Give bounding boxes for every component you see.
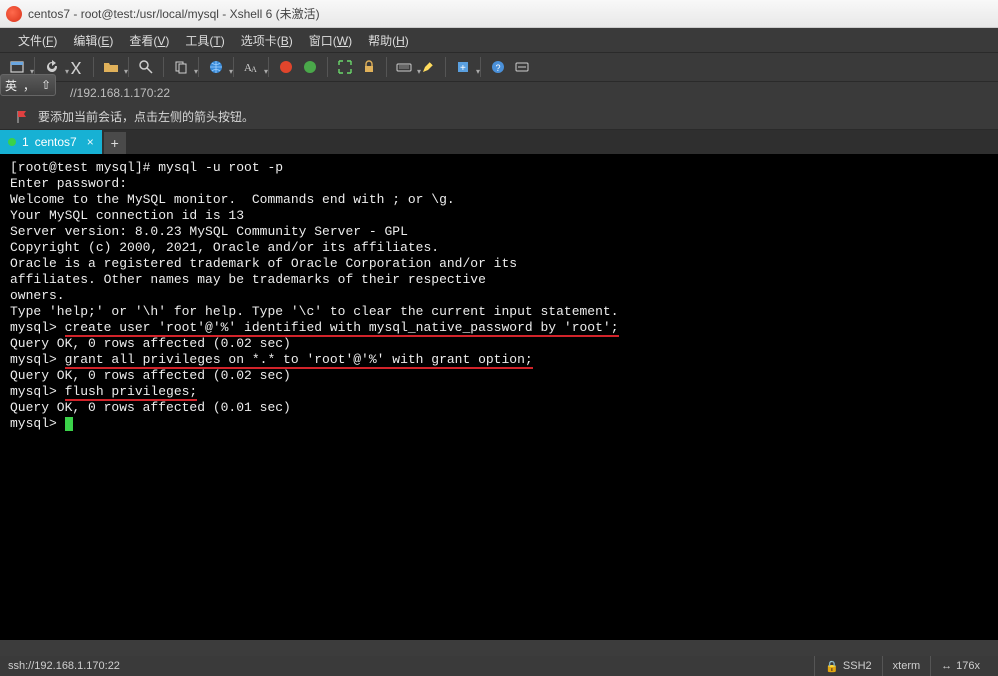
disconnect-button[interactable] <box>65 56 87 78</box>
menu-f[interactable]: 文件(F) <box>10 29 65 52</box>
terminal-line: Server version: 8.0.23 MySQL Community S… <box>10 224 990 240</box>
tab-close-icon[interactable]: × <box>87 135 94 149</box>
separator <box>268 57 269 77</box>
addon-button[interactable]: + <box>452 56 474 78</box>
xftp-icon[interactable] <box>299 56 321 78</box>
terminal-line: mysql> create user 'root'@'%' identified… <box>10 320 990 336</box>
menu-v[interactable]: 查看(V) <box>121 29 177 52</box>
status-size-label: 176x <box>956 660 980 672</box>
ime-dot: ， <box>23 77 35 94</box>
menu-e[interactable]: 编辑(E) <box>65 29 121 52</box>
status-dot-icon <box>8 138 16 146</box>
separator <box>480 57 481 77</box>
hint-text: 要添加当前会话，点击左侧的箭头按钮。 <box>38 108 254 125</box>
address-bar[interactable]: //192.168.1.170:22 <box>0 82 998 104</box>
tab-index: 1 <box>22 135 29 149</box>
lock-icon: 🔒 <box>825 660 839 673</box>
add-tab-button[interactable]: + <box>104 132 126 154</box>
ime-arrow: ⇧ <box>41 78 51 92</box>
app-icon <box>6 6 22 22</box>
terminal[interactable]: [root@test mysql]# mysql -u root -pEnter… <box>0 154 998 640</box>
status-term: xterm <box>882 656 931 676</box>
status-protocol: 🔒 SSH2 <box>814 656 881 676</box>
separator <box>445 57 446 77</box>
cursor <box>65 417 73 431</box>
separator <box>233 57 234 77</box>
address-text: //192.168.1.170:22 <box>70 86 170 100</box>
tab-label: centos7 <box>35 135 77 149</box>
lock-button[interactable] <box>358 56 380 78</box>
status-protocol-label: SSH2 <box>843 660 872 672</box>
terminal-line: Oracle is a registered trademark of Orac… <box>10 256 990 272</box>
font-button[interactable]: AA <box>240 56 262 78</box>
fullscreen-button[interactable] <box>334 56 356 78</box>
terminal-line: Query OK, 0 rows affected (0.01 sec) <box>10 400 990 416</box>
terminal-line: Type 'help;' or '\h' for help. Type '\c'… <box>10 304 990 320</box>
menu-b[interactable]: 选项卡(B) <box>233 29 301 52</box>
copy-button[interactable] <box>170 56 192 78</box>
terminal-line: [root@test mysql]# mysql -u root -p <box>10 160 990 176</box>
separator <box>386 57 387 77</box>
tab-bar: 1 centos7 × + <box>0 130 998 154</box>
terminal-line: Copyright (c) 2000, 2021, Oracle and/or … <box>10 240 990 256</box>
terminal-line: Query OK, 0 rows affected (0.02 sec) <box>10 336 990 352</box>
separator <box>163 57 164 77</box>
search-button[interactable] <box>135 56 157 78</box>
separator <box>198 57 199 77</box>
hint-bar: 要添加当前会话，点击左侧的箭头按钮。 <box>0 104 998 130</box>
menu-t[interactable]: 工具(T) <box>177 29 232 52</box>
resize-icon: ↔ <box>941 660 952 672</box>
terminal-line: Query OK, 0 rows affected (0.02 sec) <box>10 368 990 384</box>
ime-lang: 英 <box>5 77 17 94</box>
svg-text:A: A <box>251 65 257 74</box>
ime-float[interactable]: 英 ， ⇧ <box>0 74 56 96</box>
status-bar: ssh://192.168.1.170:22 🔒 SSH2 xterm ↔ 17… <box>0 656 998 676</box>
keyboard-button[interactable] <box>393 56 415 78</box>
toolbar: AA + ? <box>0 52 998 82</box>
xshell-icon[interactable] <box>275 56 297 78</box>
globe-button[interactable] <box>205 56 227 78</box>
terminal-line: affiliates. Other names may be trademark… <box>10 272 990 288</box>
menu-h[interactable]: 帮助(H) <box>360 29 417 52</box>
svg-text:+: + <box>460 63 466 74</box>
status-address: ssh://192.168.1.170:22 <box>8 660 120 672</box>
separator <box>128 57 129 77</box>
terminal-line: mysql> grant all privileges on *.* to 'r… <box>10 352 990 368</box>
tab-centos7[interactable]: 1 centos7 × <box>0 130 102 154</box>
terminal-line: Welcome to the MySQL monitor. Commands e… <box>10 192 990 208</box>
svg-text:?: ? <box>496 63 501 73</box>
status-size: ↔ 176x <box>930 656 990 676</box>
separator <box>93 57 94 77</box>
highlight-button[interactable] <box>417 56 439 78</box>
menubar: 文件(F)编辑(E)查看(V)工具(T)选项卡(B)窗口(W)帮助(H) <box>0 28 998 52</box>
terminal-line: mysql> flush privileges; <box>10 384 990 400</box>
window-title: centos7 - root@test:/usr/local/mysql - X… <box>28 5 320 22</box>
quickcmd-button[interactable] <box>511 56 533 78</box>
plus-icon: + <box>111 135 119 151</box>
flag-icon <box>16 110 30 124</box>
terminal-prompt: mysql> <box>10 416 990 432</box>
terminal-line: owners. <box>10 288 990 304</box>
terminal-line: Your MySQL connection id is 13 <box>10 208 990 224</box>
open-folder-button[interactable] <box>100 56 122 78</box>
menu-w[interactable]: 窗口(W) <box>301 29 360 52</box>
terminal-line: Enter password: <box>10 176 990 192</box>
titlebar: centos7 - root@test:/usr/local/mysql - X… <box>0 0 998 28</box>
help-button[interactable]: ? <box>487 56 509 78</box>
separator <box>327 57 328 77</box>
